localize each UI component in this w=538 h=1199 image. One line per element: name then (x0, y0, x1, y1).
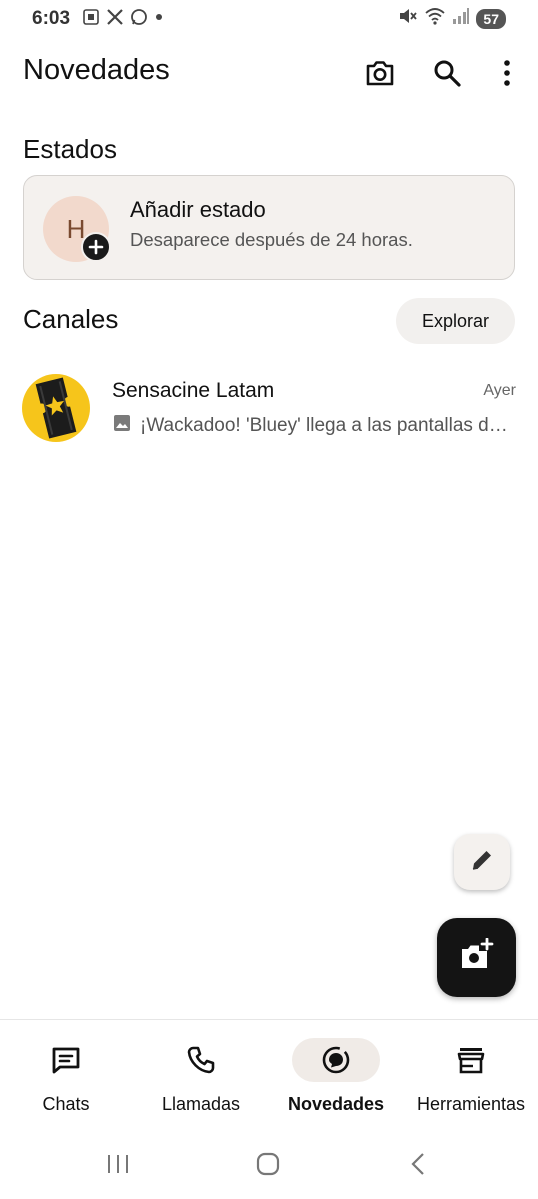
wifi-icon (424, 7, 446, 30)
system-navigation (0, 1129, 538, 1199)
camera-add-icon (459, 937, 495, 977)
channel-preview-text: ¡Wackadoo! 'Bluey' llega a las pantallas… (140, 415, 512, 436)
tab-herramientas[interactable]: Herramientas (410, 1020, 532, 1130)
recents-icon[interactable] (98, 1149, 138, 1179)
channel-preview: ¡Wackadoo! 'Bluey' llega a las pantallas… (112, 413, 512, 439)
more-vert-icon[interactable] (490, 56, 524, 90)
tab-chats[interactable]: Chats (22, 1020, 110, 1130)
signal-icon (452, 7, 470, 30)
channel-time: Ayer (483, 382, 516, 399)
mute-icon (398, 7, 418, 30)
whatsapp-icon (130, 8, 148, 32)
add-status-title: Añadir estado (130, 197, 266, 222)
tab-label: Herramientas (416, 1094, 526, 1114)
channel-name: Sensacine Latam (112, 379, 275, 402)
bottom-navigation: Chats Llamadas Novedades Herramientas (0, 1019, 538, 1129)
tab-label: Llamadas (161, 1094, 241, 1114)
back-icon[interactable] (398, 1149, 438, 1179)
add-icon (81, 232, 111, 262)
edit-status-button[interactable] (454, 834, 510, 890)
dot-icon (154, 8, 164, 32)
chats-icon (22, 1038, 110, 1082)
canales-section-title: Canales (23, 304, 119, 334)
home-icon[interactable] (248, 1149, 288, 1179)
status-bar: 6:03 57 (0, 0, 538, 36)
pencil-icon (468, 846, 496, 879)
estados-section-title: Estados (23, 134, 117, 164)
status-right-icons: 57 (398, 7, 506, 30)
tab-novedades[interactable]: Novedades (288, 1020, 384, 1130)
add-status-subtitle: Desaparece después de 24 horas. (130, 229, 413, 250)
status-left-icons (82, 8, 164, 32)
store-icon (427, 1038, 515, 1082)
updates-icon (292, 1038, 380, 1082)
phone-icon (157, 1038, 245, 1082)
channel-avatar (22, 374, 90, 442)
camera-status-button[interactable] (437, 918, 516, 997)
page-title: Novedades (23, 54, 170, 86)
x-icon (106, 8, 124, 32)
tab-label: Novedades (287, 1094, 385, 1114)
battery-badge: 57 (476, 8, 506, 29)
search-icon[interactable] (430, 56, 464, 90)
explore-button[interactable]: Explorar (396, 298, 515, 344)
screenshot-icon (82, 8, 100, 32)
image-icon (112, 413, 132, 439)
camera-icon[interactable] (363, 56, 397, 90)
tab-label: Chats (42, 1094, 90, 1114)
ticket-star-icon (35, 377, 77, 439)
status-time: 6:03 (32, 8, 71, 29)
app-bar: Novedades (0, 48, 538, 98)
tab-llamadas[interactable]: Llamadas (157, 1020, 245, 1130)
add-status-card[interactable]: H Añadir estado Desaparece después de 24… (23, 175, 515, 280)
list-item[interactable]: Sensacine Latam Ayer ¡Wackadoo! 'Bluey' … (0, 364, 538, 450)
